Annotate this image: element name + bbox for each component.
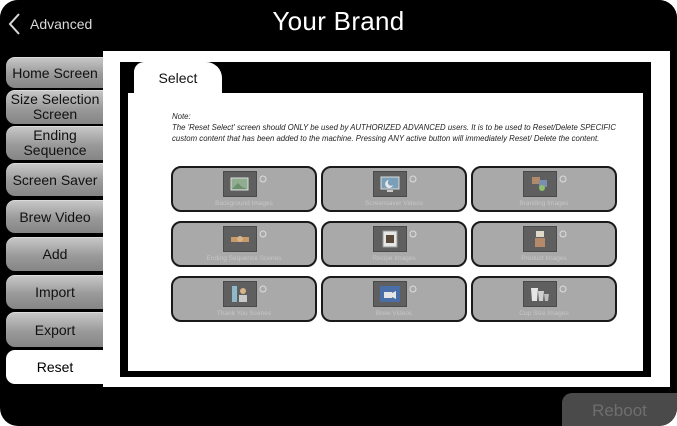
app-frame: Advanced Your Brand Home Screen Size Sel… <box>0 0 677 426</box>
tile-thumbnail <box>223 171 257 197</box>
background-image-icon <box>230 177 249 191</box>
product-images-button[interactable]: Product Images <box>471 221 617 267</box>
sidebar-item-import[interactable]: Import <box>6 275 104 309</box>
recipe-image-icon <box>382 230 398 248</box>
sidebar-item-label: Screen Saver <box>12 171 98 188</box>
tile-label: Branding Images <box>519 200 569 207</box>
sidebar-item-reset[interactable]: Reset <box>6 350 104 384</box>
refresh-icon <box>559 175 567 183</box>
sidebar-item-label: Add <box>42 246 68 262</box>
brew-video-icon <box>380 286 400 302</box>
reboot-button[interactable]: Reboot <box>562 393 677 426</box>
sidebar-item-label: Export <box>34 321 76 338</box>
refresh-icon <box>559 230 567 238</box>
sidebar: Home Screen Size Selection Screen Ending… <box>0 51 104 391</box>
note: Note: The 'Reset Select' screen should O… <box>172 111 640 144</box>
sidebar-item-label: Ending Sequence <box>23 127 87 158</box>
refresh-icon <box>259 175 267 183</box>
tile-thumbnail <box>523 281 557 307</box>
sidebar-item-ending-sequence[interactable]: Ending Sequence <box>6 126 104 160</box>
main-panel: Select Note: The 'Reset Select' screen s… <box>103 51 670 387</box>
note-body: The 'Reset Select' screen should ONLY be… <box>172 123 616 143</box>
tile-label: Ending Sequence Scenes <box>206 255 282 262</box>
screensaver-videos-button[interactable]: Screensaver Videos <box>321 166 467 212</box>
note-heading: Note: <box>172 112 191 121</box>
brew-videos-button[interactable]: Brew Videos <box>321 276 467 322</box>
sidebar-item-label: Home Screen <box>12 64 98 81</box>
tab-select[interactable]: Select <box>134 62 222 93</box>
ending-sequence-scenes-button[interactable]: Ending Sequence Scenes <box>171 221 317 267</box>
product-image-icon <box>535 231 545 247</box>
sidebar-item-home-screen[interactable]: Home Screen <box>6 57 104 88</box>
sidebar-item-size-selection-screen[interactable]: Size Selection Screen <box>6 90 104 124</box>
sidebar-item-label: Size Selection Screen <box>10 91 100 122</box>
header-bar: Advanced Your Brand <box>0 0 677 48</box>
tile-label: Cup Size Images <box>519 310 569 317</box>
thank-you-icon <box>232 286 247 302</box>
tile-thumbnail <box>523 226 557 252</box>
refresh-icon <box>409 175 417 183</box>
content-frame: Select Note: The 'Reset Select' screen s… <box>120 62 651 377</box>
tile-thumbnail <box>223 281 257 307</box>
tile-thumbnail <box>373 281 407 307</box>
sidebar-item-brew-video[interactable]: Brew Video <box>6 200 104 233</box>
tile-thumbnail <box>523 171 557 197</box>
tile-label: Recipe Images <box>372 255 416 262</box>
tile-thumbnail <box>373 226 407 252</box>
sidebar-item-label: Brew Video <box>19 208 91 225</box>
refresh-icon <box>259 230 267 238</box>
refresh-icon <box>409 230 417 238</box>
branding-images-button[interactable]: Branding Images <box>471 166 617 212</box>
brand-title: Your Brand <box>272 6 405 36</box>
reset-content: Note: The 'Reset Select' screen should O… <box>128 93 643 371</box>
tile-label: Background Images <box>215 200 273 207</box>
tile-label: Screensaver Videos <box>364 200 424 207</box>
screensaver-icon <box>380 176 400 192</box>
tile-thumbnail <box>223 226 257 252</box>
sidebar-item-label: Import <box>35 284 75 300</box>
cup-size-images-button[interactable]: Cup Size Images <box>471 276 617 322</box>
branding-icon <box>532 177 547 191</box>
sidebar-item-screen-saver[interactable]: Screen Saver <box>6 163 104 196</box>
tile-label: Product Images <box>521 255 567 262</box>
thank-you-scenes-button[interactable]: Thank You Scenes <box>171 276 317 322</box>
sidebar-item-add[interactable]: Add <box>6 237 104 271</box>
ending-sequence-icon <box>231 236 249 242</box>
sidebar-item-label: Reset <box>36 359 74 375</box>
sidebar-item-export[interactable]: Export <box>6 312 104 347</box>
recipe-images-button[interactable]: Recipe Images <box>321 221 467 267</box>
refresh-icon <box>409 285 417 293</box>
background-images-button[interactable]: Background Images <box>171 166 317 212</box>
tile-label: Brew Videos <box>375 310 413 317</box>
tile-label: Thank You Scenes <box>216 310 272 317</box>
refresh-icon <box>259 285 267 293</box>
cup-size-icon <box>531 288 549 301</box>
tile-thumbnail <box>373 171 407 197</box>
refresh-icon <box>559 285 567 293</box>
